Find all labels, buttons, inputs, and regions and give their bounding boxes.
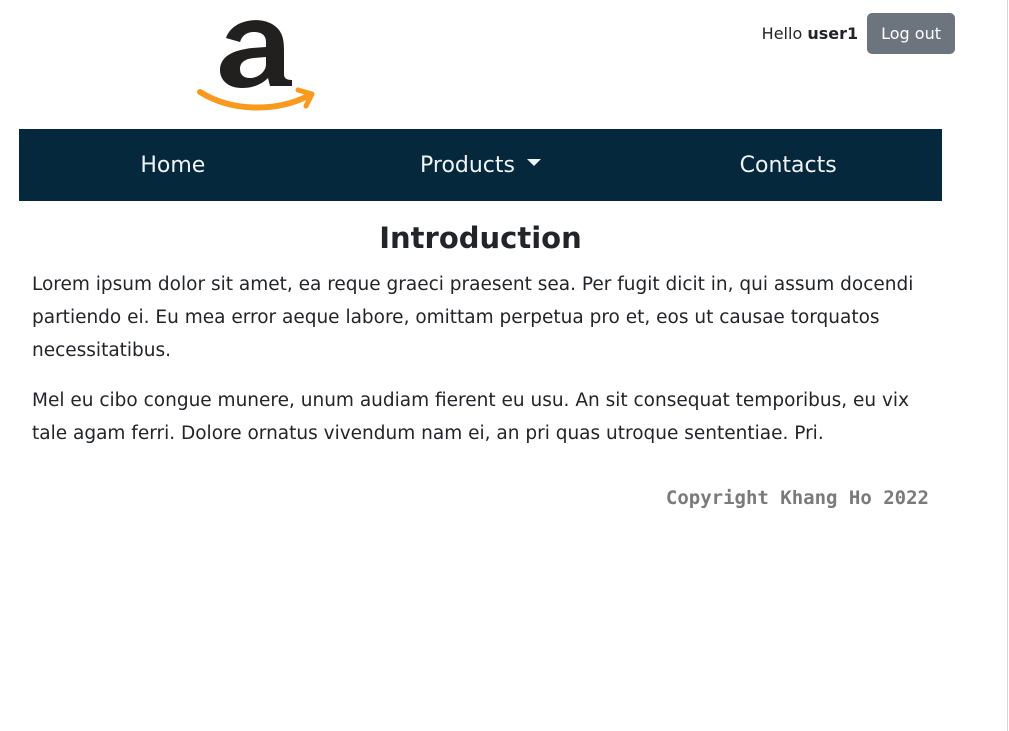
amazon-logo[interactable] <box>196 12 318 112</box>
user-area: Hello user1 Log out <box>762 13 955 54</box>
page-edge-divider <box>1007 0 1008 731</box>
paragraph: Mel eu cibo congue munere, unum audiam f… <box>32 390 910 444</box>
nav-item-label: Products <box>420 152 515 178</box>
caret-down-icon <box>527 158 541 166</box>
main-navbar: Home Products Contacts <box>19 129 942 201</box>
greeting: Hello user1 <box>762 24 858 43</box>
paragraph: Lorem ipsum dolor sit amet, ea reque gra… <box>32 274 914 361</box>
copyright-text: Copyright Khang Ho 2022 <box>665 487 929 509</box>
nav-item-products[interactable]: Products <box>327 129 635 201</box>
nav-item-home[interactable]: Home <box>19 129 327 201</box>
nav-item-contacts[interactable]: Contacts <box>634 129 942 201</box>
nav-item-label: Contacts <box>739 152 837 178</box>
page-title: Introduction <box>379 221 582 255</box>
amazon-logo-icon <box>197 20 315 111</box>
nav-item-label: Home <box>140 152 206 178</box>
username: user1 <box>807 24 859 43</box>
logout-button[interactable]: Log out <box>867 13 955 54</box>
main-content: Lorem ipsum dolor sit amet, ea reque gra… <box>32 268 922 467</box>
greeting-prefix: Hello <box>761 24 803 43</box>
